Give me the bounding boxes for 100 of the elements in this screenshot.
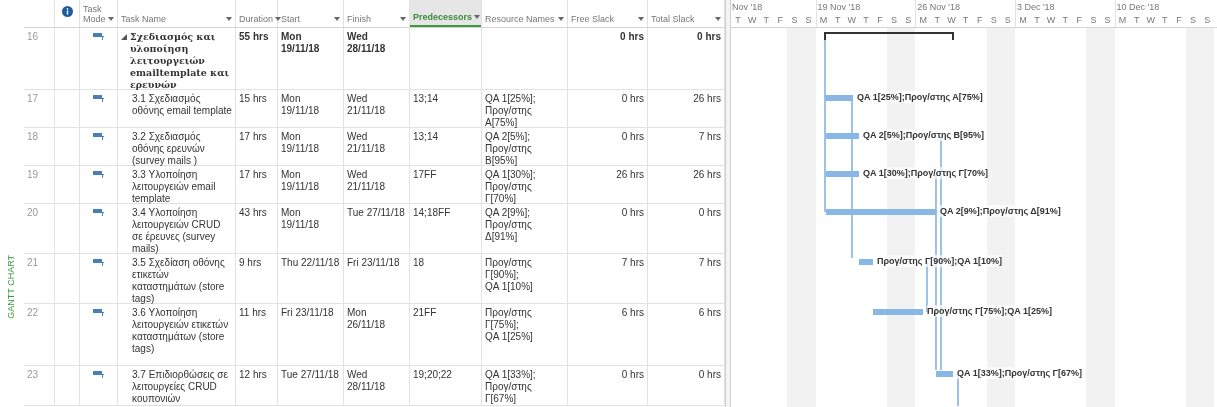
duration-cell-text: 43 hrs xyxy=(239,207,268,219)
week-label: 26 Nov '18 xyxy=(916,1,961,14)
week-label: 19 Nov '18 xyxy=(816,1,862,14)
predecessors-cell-text: 18 xyxy=(413,257,426,269)
day-letter: T xyxy=(862,14,870,27)
day-letter: F xyxy=(1175,14,1183,27)
bar-label: QA 1[30%];Προγ/στης Γ[70%] xyxy=(863,167,988,179)
day-letter: T xyxy=(1033,14,1041,27)
finish-cell-text: Wed 28/11/18 xyxy=(347,31,387,55)
day-letter: T xyxy=(1161,14,1169,27)
day-letter: S xyxy=(790,14,799,27)
resource-names-cell-text: QA 1[25%]; Προγ/στης Α[75%] xyxy=(485,93,537,129)
free-slack-cell-text: 6 hrs xyxy=(620,307,644,319)
bar-label: QA 1[33%];Προγ/στης Γ[67%] xyxy=(957,367,1082,379)
week-label: Nov '18 xyxy=(731,1,764,14)
dropdown-caret-icon[interactable] xyxy=(108,17,114,21)
week-label: 10 Dec '18 xyxy=(1115,1,1161,14)
dropdown-caret-icon[interactable] xyxy=(334,17,340,21)
task-mode-icon xyxy=(92,208,105,217)
bar-label: QA 2[9%];Προγ/στης Δ[91%] xyxy=(940,205,1061,217)
task-mode-icon xyxy=(92,308,105,317)
finish-cell-text: Wed 28/11/18 xyxy=(347,369,387,393)
row-number: 21 xyxy=(27,257,39,268)
row-number: 19 xyxy=(27,169,39,180)
duration-cell-text: 9 hrs xyxy=(239,257,263,269)
column-header[interactable]: Free Slack xyxy=(568,0,647,27)
predecessors-cell-text: 17FF xyxy=(413,169,438,181)
day-letter: F xyxy=(975,14,984,27)
column-header[interactable]: Resource Names xyxy=(482,0,567,27)
free-slack-cell-text: 0 hrs xyxy=(619,31,644,43)
start-cell-text: Mon 19/11/18 xyxy=(281,131,321,155)
finish-cell-text: Wed 21/11/18 xyxy=(347,131,387,155)
summary-bar[interactable] xyxy=(824,32,954,40)
column-header[interactable]: Task Name xyxy=(118,0,235,27)
column-header[interactable]: Duration xyxy=(236,0,277,27)
day-letter: W xyxy=(946,14,957,27)
finish-cell-text: Fri 23/11/18 xyxy=(347,257,401,269)
duration-cell-text: 55 hrs xyxy=(239,31,270,43)
resource-names-cell-text: Προγ/στης Γ[75%]; QA 1[25%] xyxy=(485,307,534,343)
day-letter: S xyxy=(890,14,899,27)
duration-cell-text: 15 hrs xyxy=(239,93,268,105)
dropdown-caret-icon[interactable] xyxy=(400,17,406,21)
day-letter: S xyxy=(904,14,913,27)
column-header[interactable]: Finish xyxy=(344,0,409,27)
task-name: 3.6 Υλοποίηση λειτουργειών ετικετών καταστημάτων (store tags) xyxy=(132,307,230,356)
resource-names-cell-text: Προγ/στης Γ[90%]; QA 1[10%] xyxy=(485,257,534,293)
predecessors-cell-text: 19;20;22 xyxy=(413,369,453,381)
total-slack-cell-text: 26 hrs xyxy=(692,93,721,105)
predecessors-cell-text: 14;18FF xyxy=(413,207,452,219)
dropdown-caret-icon[interactable] xyxy=(226,17,232,21)
day-letter: T xyxy=(961,14,970,27)
dropdown-caret-icon[interactable] xyxy=(715,17,721,21)
dropdown-caret-icon[interactable] xyxy=(558,17,564,21)
resource-names-cell-text: QA 2[9%]; Προγ/στης Δ[91%] xyxy=(485,207,533,243)
column-header[interactable]: Task Mode xyxy=(80,0,117,27)
free-slack-cell-text: 0 hrs xyxy=(620,369,644,381)
row-number: 18 xyxy=(27,131,39,142)
task-mode-icon xyxy=(92,94,105,103)
row-number: 23 xyxy=(27,369,39,380)
column-header[interactable]: Predecessors xyxy=(410,0,481,27)
day-letter: S xyxy=(1189,14,1198,27)
total-slack-cell-text: 7 hrs xyxy=(697,131,721,143)
collapse-triangle-icon[interactable] xyxy=(121,34,127,40)
total-slack-cell-text: 0 hrs xyxy=(696,31,721,43)
dropdown-caret-icon[interactable] xyxy=(638,17,644,21)
task-name: Σχεδιασμός και υλοποίηση λειτουργειών emailtemplate και ερευνών xyxy=(130,31,231,89)
bar-label: Προγ/στης Γ[75%];QA 1[25%] xyxy=(927,305,1052,317)
total-slack-cell-text: 0 hrs xyxy=(697,207,721,219)
task-mode-icon xyxy=(92,258,105,267)
predecessors-cell-text: 13;14 xyxy=(413,131,440,143)
day-letter: F xyxy=(1075,14,1084,27)
view-label: GANTT CHART xyxy=(5,255,18,319)
column-header[interactable]: Start xyxy=(278,0,343,27)
day-letter: W xyxy=(1145,14,1156,27)
day-letter: T xyxy=(933,14,942,27)
dropdown-caret-icon[interactable] xyxy=(474,15,481,19)
day-letter: S xyxy=(1203,14,1212,27)
start-cell: Thu 22/11/18 xyxy=(281,257,340,269)
finish-cell: Tue 27/11/18 xyxy=(347,207,406,219)
day-letter: M xyxy=(1018,14,1028,27)
day-letter: W xyxy=(846,14,858,27)
predecessors-cell-text: 13;14 xyxy=(413,93,440,105)
day-letter: T xyxy=(833,14,842,27)
free-slack-cell-text: 0 hrs xyxy=(620,207,644,219)
bar-label: QA 1[25%];Προγ/στης Α[75%] xyxy=(857,91,983,103)
free-slack-cell-text: 0 hrs xyxy=(620,93,644,105)
free-slack-cell-text: 26 hrs xyxy=(615,169,644,181)
week-label: 3 Dec '18 xyxy=(1015,1,1056,14)
bar-label: QA 2[5%];Προγ/στης Β[95%] xyxy=(863,129,985,141)
day-letter: S xyxy=(1003,14,1012,27)
row-number: 17 xyxy=(27,93,39,104)
day-letter: S xyxy=(989,14,998,27)
day-letter: M xyxy=(918,14,928,27)
duration-cell-text: 12 hrs xyxy=(239,369,268,381)
dropdown-caret-icon[interactable] xyxy=(275,17,282,21)
column-header[interactable]: Total Slack xyxy=(648,0,724,27)
day-letter: T xyxy=(734,14,742,27)
duration-cell-text: 17 hrs xyxy=(239,169,268,181)
day-letter: F xyxy=(876,14,884,27)
day-letter: W xyxy=(746,14,758,27)
